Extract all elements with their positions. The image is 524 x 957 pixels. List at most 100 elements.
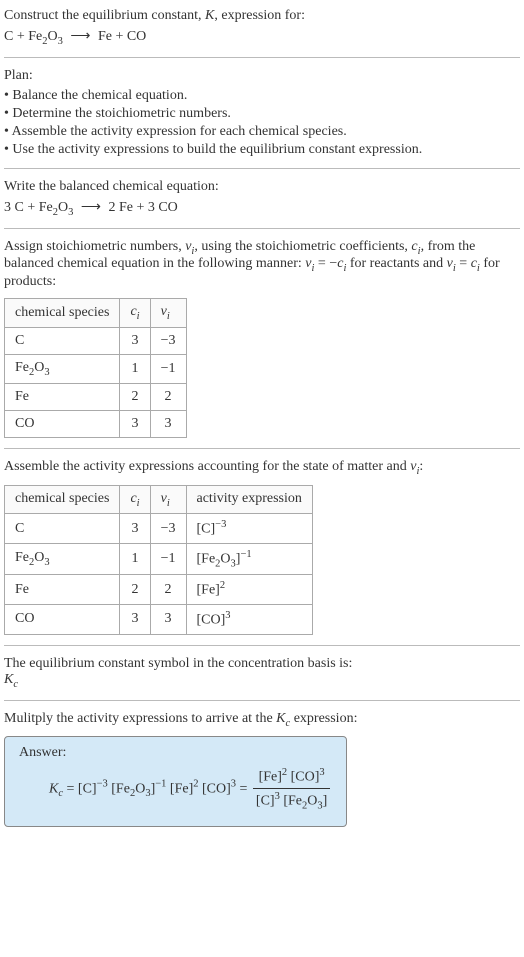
species: C [5, 514, 120, 544]
balanced-o: O [58, 200, 68, 215]
species: Fe [5, 575, 120, 605]
text: for reactants and [346, 256, 446, 271]
c-val: 3 [120, 605, 150, 635]
text: O [34, 360, 44, 375]
species: Fe2O3 [5, 354, 120, 383]
sup: 2 [220, 580, 225, 591]
col-species: chemical species [5, 299, 120, 328]
nu-val: 2 [150, 575, 186, 605]
text: O [34, 550, 44, 565]
activity: [CO]3 [186, 605, 312, 635]
nu-val: −3 [150, 327, 186, 354]
nu-val: −1 [150, 544, 186, 575]
species: Fe2O3 [5, 544, 120, 575]
answer-label: Answer: [19, 745, 332, 761]
table-row: Fe2O3 1 −1 [Fe2O3]−1 [5, 544, 313, 575]
c-val: 2 [120, 383, 150, 410]
intro-section: Construct the equilibrium constant, K, e… [4, 8, 520, 47]
c-val: 1 [120, 354, 150, 383]
sup: 3 [319, 767, 324, 778]
table-row: CO 3 3 [CO]3 [5, 605, 313, 635]
text: = − [314, 256, 337, 271]
sub: 3 [58, 36, 63, 47]
fraction-numerator: [Fe]2 [CO]3 [253, 767, 330, 789]
answer-box: Answer: Kc = [C]−3 [Fe2O3]−1 [Fe]2 [CO]3… [4, 736, 347, 826]
balanced-equation: 3 C + Fe2O3 ⟶ 2 Fe + 3 CO [4, 199, 520, 218]
nu-val: 2 [150, 383, 186, 410]
species: C [5, 327, 120, 354]
plan-section: Plan: • Balance the chemical equation. •… [4, 68, 520, 158]
table-row: Fe2O3 1 −1 [5, 354, 187, 383]
plan-item: • Balance the chemical equation. [4, 88, 520, 104]
K: K [276, 711, 285, 726]
K: K [49, 782, 58, 797]
divider [4, 645, 520, 646]
species: Fe [5, 383, 120, 410]
table-row: C 3 −3 [C]−3 [5, 514, 313, 544]
sub-i: i [137, 311, 140, 322]
sub-c: c [13, 679, 18, 690]
species: CO [5, 605, 120, 635]
sup: −1 [155, 779, 166, 790]
assemble-text: Assemble the activity expressions accoun… [4, 459, 520, 477]
symbol-kc: Kc [4, 672, 520, 690]
fraction-denominator: [C]3 [Fe2O3] [253, 789, 330, 811]
assign-section: Assign stoichiometric numbers, νi, using… [4, 239, 520, 438]
species: CO [5, 410, 120, 437]
reaction-rhs: Fe + CO [98, 29, 146, 44]
sub-i: i [167, 497, 170, 508]
plan-item: • Use the activity expressions to build … [4, 142, 520, 158]
intro-line: Construct the equilibrium constant, K, e… [4, 8, 520, 24]
answer-content: Kc = [C]−3 [Fe2O3]−1 [Fe]2 [CO]3 = [Fe]2… [19, 767, 332, 811]
sup: −1 [240, 549, 251, 560]
sub: 3 [44, 557, 49, 568]
col-nu: νi [150, 485, 186, 514]
sup: −3 [215, 519, 226, 530]
arrow-icon: ⟶ [77, 200, 104, 215]
nu-val: 3 [150, 605, 186, 635]
term: [Fe [108, 782, 130, 797]
text: O [220, 552, 230, 567]
nu-val: 3 [150, 410, 186, 437]
fraction: [Fe]2 [CO]3[C]3 [Fe2O3] [253, 767, 330, 811]
balanced-header: Write the balanced chemical equation: [4, 179, 520, 195]
reaction-lhs: C + Fe [4, 29, 42, 44]
intro-text-end: , expression for: [214, 8, 305, 23]
table-row: CO 3 3 [5, 410, 187, 437]
activity: [C]−3 [186, 514, 312, 544]
text: ] [323, 794, 328, 809]
term: [Fe [280, 794, 302, 809]
nu-val: −1 [150, 354, 186, 383]
c-val: 3 [120, 514, 150, 544]
arrow-icon: ⟶ [67, 29, 94, 44]
sub: 3 [44, 367, 49, 378]
divider [4, 700, 520, 701]
balanced-lhs: 3 C + Fe [4, 200, 53, 215]
table-row: Fe 2 2 [Fe]2 [5, 575, 313, 605]
text: O [307, 794, 317, 809]
col-species: chemical species [5, 485, 120, 514]
term: [Fe] [166, 782, 193, 797]
activity: [Fe2O3]−1 [186, 544, 312, 575]
text: : [419, 459, 423, 474]
reaction-o: O [47, 29, 57, 44]
table-row: Fe 2 2 [5, 383, 187, 410]
text: [Fe] [197, 583, 220, 598]
text: expression: [290, 711, 357, 726]
term: [C] [78, 782, 97, 797]
activity-table: chemical species ci νi activity expressi… [4, 485, 313, 635]
intro-reaction: C + Fe2O3 ⟶ Fe + CO [4, 28, 520, 47]
term: [C] [256, 794, 275, 809]
intro-K: K [205, 8, 214, 23]
text: [Fe [197, 552, 216, 567]
divider [4, 448, 520, 449]
term: [CO] [198, 782, 230, 797]
activity: [Fe]2 [186, 575, 312, 605]
term: [Fe] [259, 770, 282, 785]
multiply-text: Mulitply the activity expressions to arr… [4, 711, 520, 729]
symbol-text: The equilibrium constant symbol in the c… [4, 656, 520, 672]
text: [CO] [197, 613, 226, 628]
sub-i: i [137, 497, 140, 508]
assemble-section: Assemble the activity expressions accoun… [4, 459, 520, 635]
plan-list: • Balance the chemical equation. • Deter… [4, 88, 520, 158]
